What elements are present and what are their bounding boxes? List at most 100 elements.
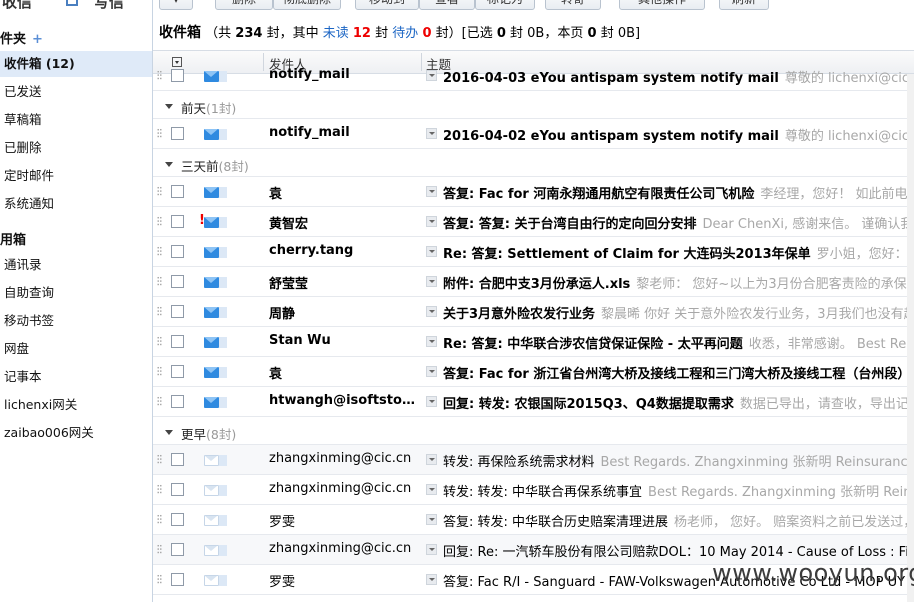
drag-handle-icon[interactable] (157, 396, 162, 406)
mail-subject[interactable]: 转发: 转发: 中华联合再保系统事宜 (443, 485, 642, 500)
sidebar-item-system-notice[interactable]: 系统通知 (0, 191, 152, 217)
row-menu-icon[interactable] (426, 246, 437, 257)
row-menu-icon[interactable] (426, 544, 437, 555)
mail-subject-cell[interactable]: 转发: 转发: 中华联合再保系统事宜 Best Regards. Zhangxin… (443, 481, 914, 500)
row-menu-icon[interactable] (426, 186, 437, 197)
mail-sender[interactable]: 袁 (269, 183, 421, 202)
sidebar-item-lichenxi-gateway[interactable]: lichenxi网关 (0, 392, 152, 418)
mail-sender[interactable]: 舒莹莹 (269, 273, 421, 292)
row-checkbox[interactable] (171, 69, 184, 82)
view-button[interactable]: 查看 (419, 0, 475, 10)
sidebar-item-deleted[interactable]: 已删除 (0, 135, 152, 161)
row-menu-icon[interactable] (426, 454, 437, 465)
row-menu-icon[interactable] (426, 514, 437, 525)
drag-handle-icon[interactable] (157, 366, 162, 376)
table-row[interactable]: Stan Wu Re: 答复: 中华联合涉农信贷保证保险 - 太平再问题 收悉，非常… (153, 327, 914, 357)
mail-subject[interactable]: 回复: Re: 一汽轿车股份有限公司赔款DOL：10 May 2014 - Ca… (443, 545, 914, 560)
select-dropdown-button[interactable]: ▾ (159, 0, 193, 10)
sidebar-item-zaibao006-gateway[interactable]: zaibao006网关 (0, 420, 152, 446)
mail-subject-cell[interactable]: 2016-04-02 eYou antispam system notify m… (443, 125, 914, 144)
mail-sender[interactable]: 黄智宏 (269, 213, 421, 232)
mail-subject-cell[interactable]: 回复: Re: 一汽轿车股份有限公司赔款DOL：10 May 2014 - Ca… (443, 541, 914, 560)
table-row[interactable]: 袁 答复: Fac for 浙江省台州湾大桥及接线工程和三门湾大桥及接线工程（台州… (153, 357, 914, 387)
row-menu-icon[interactable] (426, 366, 437, 377)
todo-link[interactable]: 待办 (392, 26, 418, 41)
table-row[interactable]: zhangxinming@cic.cn 转发: 再保险系统需求材料 Best Reg… (153, 445, 914, 475)
sidebar-item-mobile-bookmark[interactable]: 移动书签 (0, 308, 152, 334)
mail-subject-cell[interactable]: 附件: 合肥中支3月份承运人.xls 黎老师： 您好~以上为3月份合肥客责险的承保… (443, 273, 914, 292)
table-row[interactable]: zhangxinming@cic.cn回复: 转发: Documents-APS… (153, 595, 914, 602)
collapse-arrow-icon[interactable] (165, 104, 173, 109)
row-menu-icon[interactable] (426, 306, 437, 317)
move-to-button[interactable]: 移动到 (355, 0, 419, 10)
group-header[interactable]: 三天前(8封) (153, 151, 914, 177)
mail-subject[interactable]: Re: 答复: Settlement of Claim for 大连码头2013… (443, 247, 811, 262)
table-row[interactable]: 袁 答复: Fac for 河南永翔通用航空有限责任公司飞机险 李经理，您好！ 如此… (153, 177, 914, 207)
mail-sender[interactable]: notify_mail (269, 125, 421, 140)
row-checkbox[interactable] (171, 543, 184, 556)
row-checkbox[interactable] (171, 513, 184, 526)
sidebar-item-inbox[interactable]: 收件箱 (12) (0, 51, 152, 77)
row-checkbox[interactable] (171, 453, 184, 466)
tab-receive[interactable]: 收信 (2, 0, 32, 12)
mail-subject-cell[interactable]: 关于3月意外险农发行业务 黎晨晞 你好 关于意外险农发行业务，3月我们也没有超 (443, 303, 914, 322)
row-checkbox[interactable] (171, 305, 184, 318)
sidebar-item-netdisk[interactable]: 网盘 (0, 336, 152, 362)
row-checkbox[interactable] (171, 335, 184, 348)
add-folder-icon[interactable]: + (32, 32, 43, 47)
row-checkbox[interactable] (171, 127, 184, 140)
table-row[interactable]: cherry.tang Re: 答复: Settlement of Claim f… (153, 237, 914, 267)
table-row[interactable]: htwangh@isoftstone.com 回复: 转发: 农银国际2015Q3… (153, 387, 914, 417)
mail-subject[interactable]: Re: 答复: 中华联合涉农信贷保证保险 - 太平再问题 (443, 337, 743, 352)
mail-subject-cell[interactable]: 回复: 转发: 农银国际2015Q3、Q4数据提取需求 数据已导出，请查收，导出记… (443, 393, 914, 412)
mail-subject[interactable]: 答复: 转发: 中华联合历史赔案清理进展 (443, 515, 668, 530)
row-menu-icon[interactable] (426, 484, 437, 495)
row-checkbox[interactable] (171, 573, 184, 586)
group-header[interactable]: 前天(1封) (153, 93, 914, 119)
row-checkbox[interactable] (171, 185, 184, 198)
drag-handle-icon[interactable] (157, 306, 162, 316)
row-checkbox[interactable] (171, 395, 184, 408)
drag-handle-icon[interactable] (157, 216, 162, 226)
drag-handle-icon[interactable] (157, 246, 162, 256)
mail-subject-cell[interactable]: Re: 答复: 中华联合涉农信贷保证保险 - 太平再问题 收悉，非常感谢。 Bes… (443, 333, 914, 352)
mail-subject-cell[interactable]: 答复: 转发: 中华联合历史赔案清理进展 杨老师， 您好。 赔案资料之前已发送过， (443, 511, 914, 530)
mail-sender[interactable]: 罗雯 (269, 571, 421, 590)
row-menu-icon[interactable] (426, 128, 437, 139)
group-header[interactable]: 更早(8封) (153, 419, 914, 445)
table-row[interactable]: 罗雯 答复: 转发: 中华联合历史赔案清理进展 杨老师， 您好。 赔案资料之前已发送… (153, 505, 914, 535)
sidebar-item-notepad[interactable]: 记事本 (0, 364, 152, 390)
mail-sender[interactable]: 周静 (269, 303, 421, 322)
drag-handle-icon[interactable] (157, 454, 162, 464)
mail-sender[interactable]: zhangxinming@cic.cn (269, 481, 421, 496)
drag-handle-icon[interactable] (157, 574, 162, 584)
collapse-arrow-icon[interactable] (165, 430, 173, 435)
row-menu-icon[interactable] (426, 70, 437, 81)
table-row[interactable]: 舒莹莹 附件: 合肥中支3月份承运人.xls 黎老师： 您好~以上为3月份合肥客责险… (153, 267, 914, 297)
drag-handle-icon[interactable] (157, 336, 162, 346)
sidebar-item-contacts[interactable]: 通讯录 (0, 252, 152, 278)
mail-subject-cell[interactable]: Re: 答复: Settlement of Claim for 大连码头2013… (443, 243, 914, 262)
mail-sender[interactable]: 罗雯 (269, 511, 421, 530)
mail-subject-cell[interactable]: 2016-04-03 eYou antispam system notify m… (443, 67, 914, 86)
row-checkbox[interactable] (171, 215, 184, 228)
mail-subject[interactable]: 答复: 答复: 关于台湾自由行的定向回分安排 (443, 217, 696, 232)
row-checkbox[interactable] (171, 365, 184, 378)
table-row[interactable]: ! 黄智宏 答复: 答复: 关于台湾自由行的定向回分安排 Dear ChenXi, 感… (153, 207, 914, 237)
row-checkbox[interactable] (171, 245, 184, 258)
mail-subject[interactable]: 回复: 转发: 农银国际2015Q3、Q4数据提取需求 (443, 397, 734, 412)
sidebar-item-sent[interactable]: 已发送 (0, 79, 152, 105)
drag-handle-icon[interactable] (157, 514, 162, 524)
sidebar-item-drafts[interactable]: 草稿箱 (0, 107, 152, 133)
mail-subject[interactable]: 关于3月意外险农发行业务 (443, 307, 595, 322)
mail-sender[interactable]: notify_mail (269, 67, 421, 82)
table-row[interactable]: notify_mail 2016-04-02 eYou antispam syst… (153, 119, 914, 149)
delete-button[interactable]: 删除 (215, 0, 273, 10)
drag-handle-icon[interactable] (157, 276, 162, 286)
drag-handle-icon[interactable] (157, 70, 162, 80)
scrollbar[interactable] (907, 74, 914, 602)
mail-sender[interactable]: htwangh@isoftstone.com (269, 393, 421, 408)
mail-sender[interactable]: Stan Wu (269, 333, 421, 348)
drag-handle-icon[interactable] (157, 544, 162, 554)
row-checkbox[interactable] (171, 483, 184, 496)
